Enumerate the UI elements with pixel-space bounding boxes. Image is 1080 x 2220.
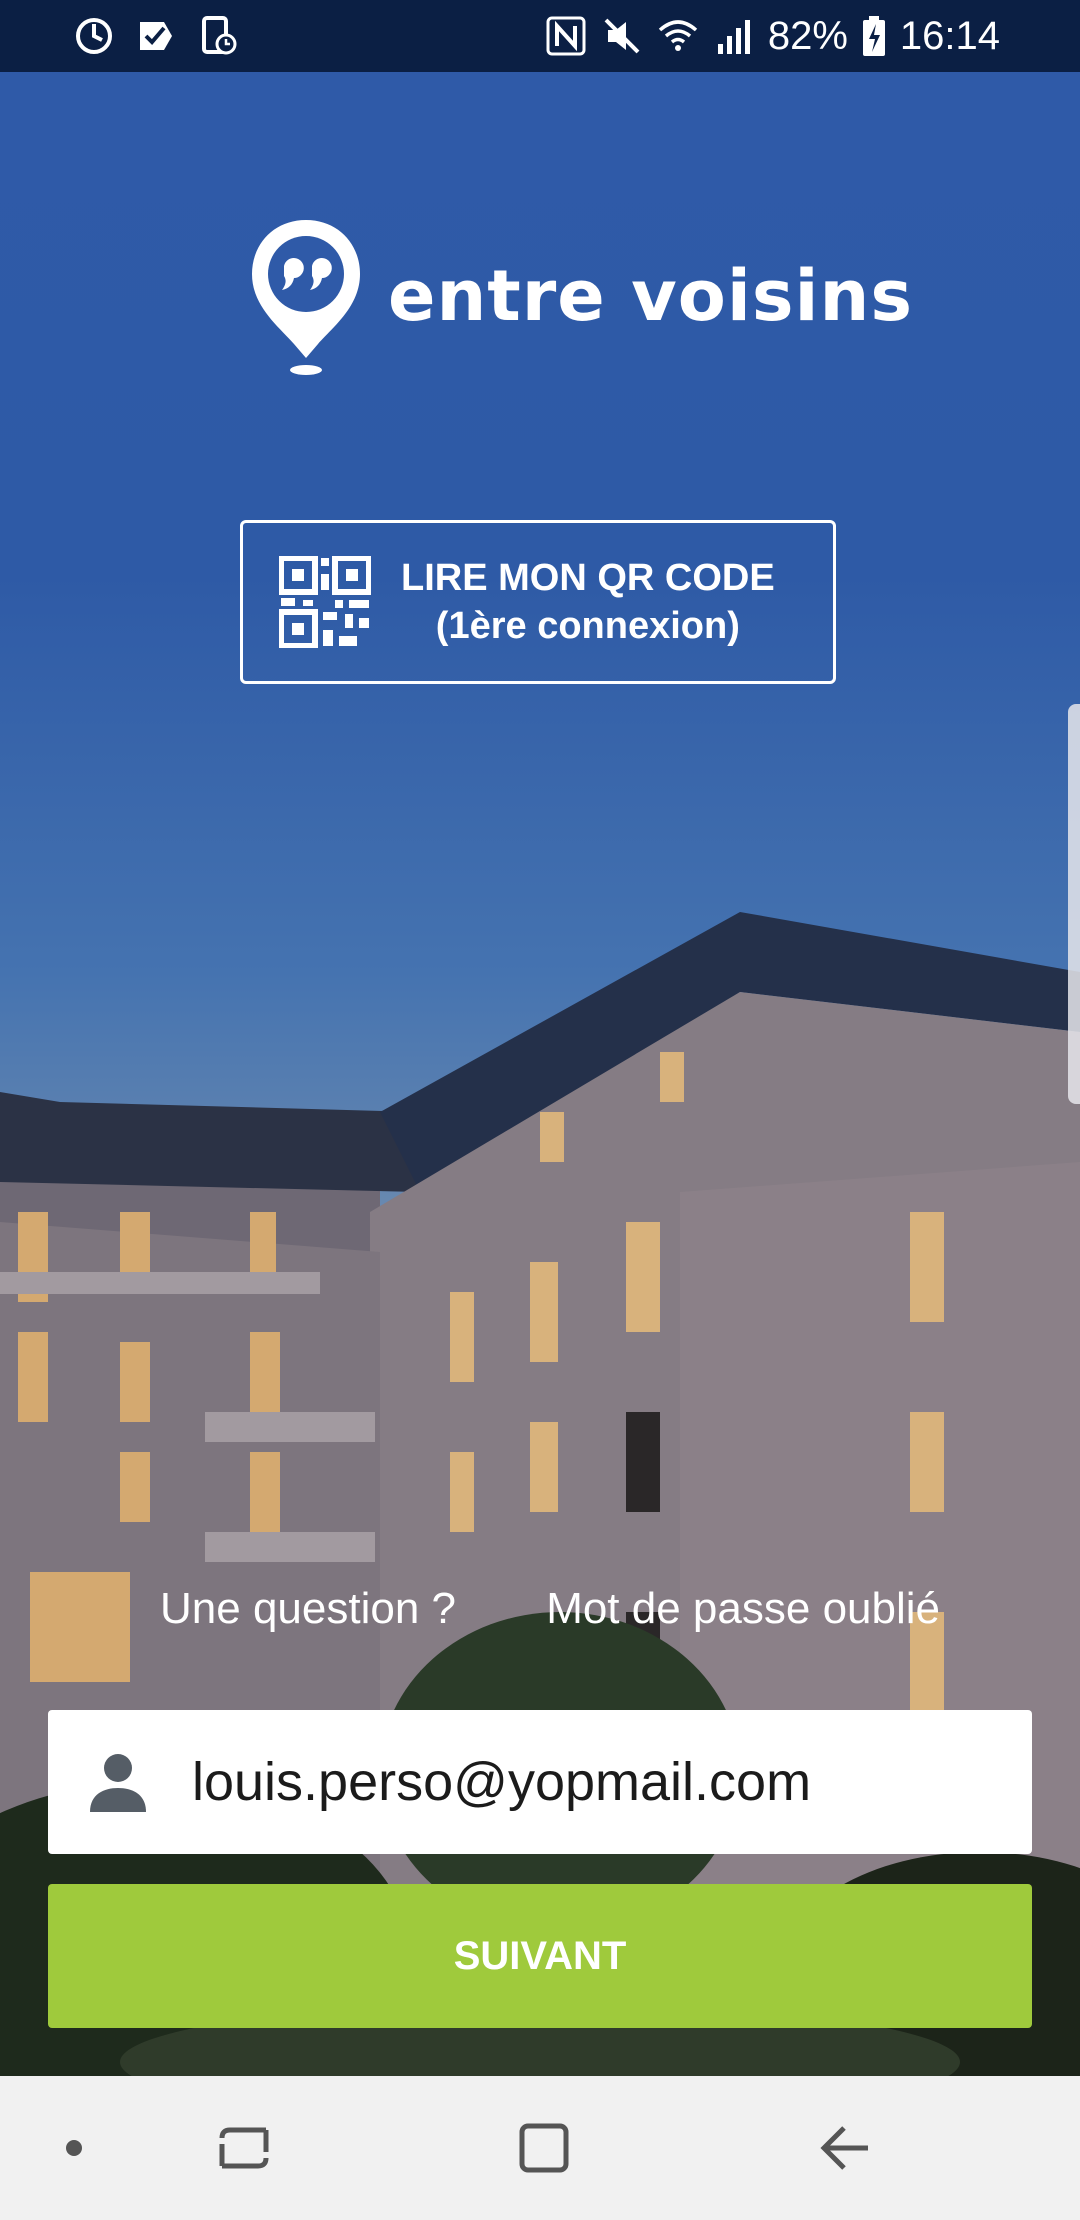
- recents-icon[interactable]: [204, 2108, 284, 2188]
- app-name: entre voisins: [388, 255, 914, 337]
- status-notifications: [72, 14, 240, 58]
- qr-button-label: LIRE MON QR CODE (1ère connexion): [401, 554, 775, 650]
- home-icon[interactable]: [504, 2108, 584, 2188]
- signal-icon: [717, 20, 750, 54]
- question-link[interactable]: Une question ?: [160, 1584, 456, 1634]
- nav-dot-icon[interactable]: [34, 2108, 114, 2188]
- email-field[interactable]: [48, 1710, 1032, 1854]
- email-input[interactable]: [190, 1750, 974, 1814]
- clock: 16:14: [899, 14, 1000, 58]
- status-bar: 82% 16:14: [0, 0, 1080, 72]
- qr-button-line2: (1ère connexion): [435, 605, 740, 647]
- status-system: 82% 16:14: [544, 10, 1000, 62]
- forgot-password-link[interactable]: Mot de passe oublié: [546, 1584, 940, 1634]
- device-clock-icon: [202, 16, 237, 55]
- nfc-icon: [546, 16, 586, 56]
- login-screen: entre voisins LIRE MON QR CODE (1ère con…: [0, 72, 1080, 2076]
- navigation-bar: [0, 2076, 1080, 2220]
- qr-button-line1: LIRE MON QR CODE: [401, 557, 775, 599]
- qr-code-icon: [279, 556, 371, 648]
- wifi-icon: [658, 20, 697, 51]
- scan-qr-code-button[interactable]: LIRE MON QR CODE (1ère connexion): [240, 520, 836, 684]
- app-logo: entre voisins: [248, 216, 913, 376]
- battery-charging-icon: [862, 16, 885, 56]
- speech-pin-icon: [252, 220, 360, 375]
- battery-percent: 82%: [767, 14, 848, 58]
- help-links: Une question ? Mot de passe oublié: [160, 1584, 940, 1634]
- back-icon[interactable]: [808, 2108, 888, 2188]
- power-clock-icon: [76, 18, 112, 54]
- edge-panel-handle[interactable]: [1068, 704, 1080, 1104]
- mute-icon: [604, 18, 640, 54]
- user-icon: [90, 1754, 146, 1812]
- next-button[interactable]: SUIVANT: [48, 1884, 1032, 2028]
- task-check-icon: [140, 22, 172, 50]
